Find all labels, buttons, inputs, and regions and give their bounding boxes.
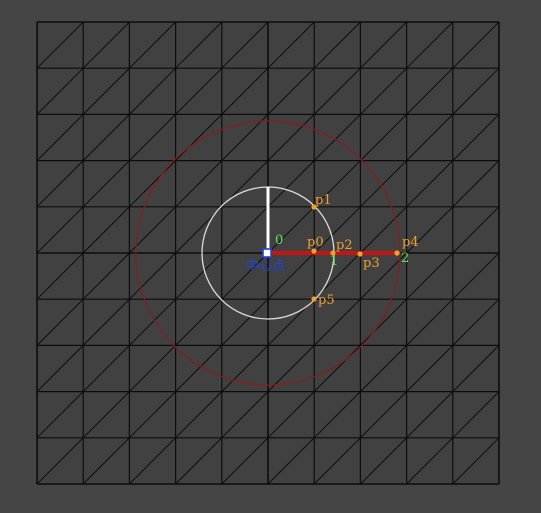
point-p3-dot[interactable] [357,251,363,257]
point-p5-label: p5 [318,293,335,308]
point-p2-label: p2 [336,238,353,253]
point-p3-label: p3 [363,256,380,271]
point-p1-label: p1 [315,193,332,208]
axis-marker-1: 1 [330,254,338,269]
axis-marker-2: 2 [401,251,409,266]
point-p0-label: p0 [307,235,324,250]
scene-viewport[interactable]: 中心点 p0 p1 p2 p3 p4 p5 0 1 2 [0,0,541,513]
point-p4-label: p4 [402,235,419,250]
point-p5-dot[interactable] [311,296,317,302]
origin-label: 中心点 [246,259,285,274]
axis-marker-0: 0 [275,233,283,248]
origin-marker[interactable] [262,248,272,258]
point-p4-dot[interactable] [394,250,400,256]
